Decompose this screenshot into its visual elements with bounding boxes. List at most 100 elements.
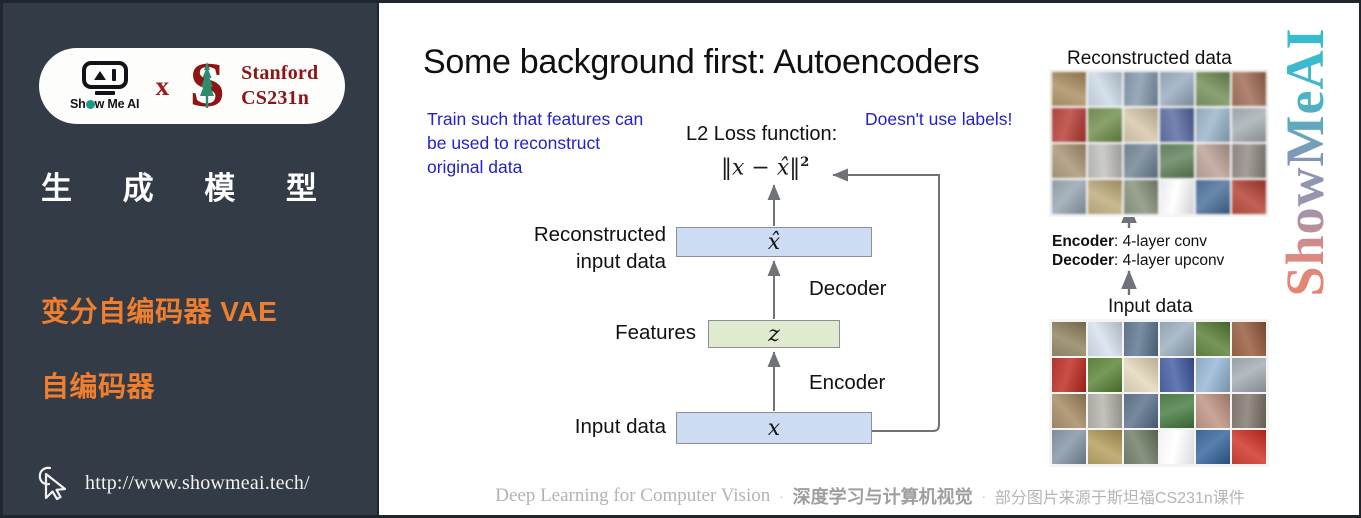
encoder-key: Encoder [1052, 233, 1115, 250]
footer-separator-1: · [779, 488, 784, 504]
image-cell [1052, 144, 1086, 178]
image-cell [1232, 108, 1266, 142]
cursor-arrow-icon [38, 466, 67, 501]
image-cell [1196, 72, 1230, 106]
box-reconstructed-xhat: x̂ [676, 227, 872, 257]
loss-formula-lhs: ‖x − x̂‖ [721, 155, 801, 181]
l2-loss-formula: ‖x − x̂‖2 [721, 155, 809, 180]
footer-separator-2: · [981, 488, 986, 504]
image-cell [1160, 180, 1194, 214]
label-reconstructed-line2: input data [575, 250, 666, 273]
caption-input-data: Input data [1108, 296, 1193, 317]
encoder-value: : 4-layer conv [1114, 233, 1208, 250]
loss-formula-exponent: 2 [800, 155, 810, 170]
stanford-tree-icon [200, 62, 215, 108]
decoder-key: Decoder [1052, 252, 1115, 269]
image-cell [1232, 430, 1266, 464]
showmeai-screen-icon [81, 61, 128, 89]
stanford-line-2: CS231n [241, 87, 310, 109]
stanford-tree-logo: S [181, 53, 233, 117]
image-cell [1160, 108, 1194, 142]
image-cell [1124, 394, 1158, 428]
slide-screenshot: Shw Me AI x S Stanford CS231n 生 成 模 型 变分… [0, 0, 1361, 518]
image-cell [1196, 358, 1230, 392]
image-cell [1160, 72, 1194, 106]
sidebar-panel: Shw Me AI x S Stanford CS231n 生 成 模 型 变分… [0, 3, 379, 515]
image-cell [1052, 430, 1086, 464]
box-features-z: z [708, 320, 840, 348]
sidebar-subtitle-vae: 变分自编码器 VAE [41, 296, 278, 327]
image-cell [1052, 108, 1086, 142]
decoder-value: : 4-layer upconv [1114, 252, 1225, 269]
image-cell [1232, 394, 1266, 428]
logo-pill: Shw Me AI x S Stanford CS231n [39, 48, 345, 124]
label-reconstructed-input-data: Reconstructed input data [501, 221, 666, 275]
image-cell [1124, 108, 1158, 142]
screen-stand-icon [94, 91, 115, 95]
footer-chinese-note: 部分图片来源于斯坦福CS231n课件 [994, 490, 1245, 507]
footer-chinese-bold: 深度学习与计算机视觉 [792, 487, 973, 507]
image-cell [1232, 144, 1266, 178]
image-cell [1160, 322, 1194, 356]
label-reconstructed-line1: Reconstructed [533, 223, 666, 246]
l2-loss-label: L2 Loss function: [686, 123, 838, 145]
image-cell [1052, 322, 1086, 356]
caption-reconstructed-data: Reconstructed data [1067, 48, 1232, 69]
sidebar-url-row[interactable]: http://www.showmeai.tech/ [37, 465, 310, 501]
image-cell [1088, 430, 1122, 464]
sidebar-subtitle-autoencoder: 自编码器 [41, 371, 156, 402]
image-cell [1124, 358, 1158, 392]
image-cell [1196, 322, 1230, 356]
note-no-labels: Doesn't use labels! [865, 109, 1013, 129]
image-cell [1088, 180, 1122, 214]
image-cell [1088, 72, 1122, 106]
image-cell [1196, 180, 1230, 214]
logo-cross-symbol: x [155, 70, 170, 101]
image-cell [1232, 322, 1266, 356]
sidebar-title: 生 成 模 型 [41, 171, 338, 206]
image-cell [1088, 108, 1122, 142]
showmeai-logo: Sh w Me AI [66, 61, 144, 111]
label-features: Features [615, 321, 696, 344]
image-cell [1232, 72, 1266, 106]
caret-up-icon [93, 70, 106, 80]
image-cell [1088, 322, 1122, 356]
stanford-cs231n-label: Stanford CS231n [241, 61, 318, 111]
showmeai-watermark: ShowMeAI [1274, 27, 1336, 297]
image-cell [1052, 72, 1086, 106]
encoder-note-line: Encoder: 4-layer conv [1052, 232, 1224, 251]
note-train-features: Train such that features can be used to … [427, 109, 644, 177]
input-image-grid [1049, 319, 1269, 467]
slide-footer: Deep Learning for Computer Vision · 深度学习… [381, 470, 1359, 515]
image-cell [1124, 180, 1158, 214]
bar-icon [111, 69, 116, 81]
label-decoder: Decoder [809, 277, 887, 300]
label-input-data: Input data [574, 415, 666, 438]
image-cell [1088, 394, 1122, 428]
image-cell [1088, 144, 1122, 178]
image-cell [1160, 358, 1194, 392]
footer-english: Deep Learning for Computer Vision [495, 485, 771, 506]
image-cell [1052, 394, 1086, 428]
image-cell [1052, 358, 1086, 392]
sidebar-url-text[interactable]: http://www.showmeai.tech/ [85, 472, 310, 495]
image-cell [1124, 430, 1158, 464]
box-input-x: x [676, 412, 872, 444]
label-encoder: Encoder [809, 371, 886, 394]
image-cell [1052, 180, 1086, 214]
encoder-decoder-note: Encoder: 4-layer conv Decoder: 4-layer u… [1052, 232, 1224, 270]
teal-dot-icon [85, 100, 95, 109]
showmeai-wordmark: Sh w Me AI [70, 97, 140, 111]
image-cell [1196, 108, 1230, 142]
decoder-note-line: Decoder: 4-layer upconv [1052, 251, 1224, 270]
slide-content: Some background first: Autoencoders Trai… [381, 3, 1359, 515]
showmeai-watermark-text: ShowMeAI [1275, 27, 1335, 297]
image-cell [1124, 72, 1158, 106]
reconstructed-image-grid [1049, 69, 1269, 217]
image-cell [1160, 144, 1194, 178]
image-cell [1196, 394, 1230, 428]
slide-title: Some background first: Autoencoders [423, 43, 980, 81]
image-cell [1196, 430, 1230, 464]
image-cell [1160, 430, 1194, 464]
image-cell [1088, 358, 1122, 392]
